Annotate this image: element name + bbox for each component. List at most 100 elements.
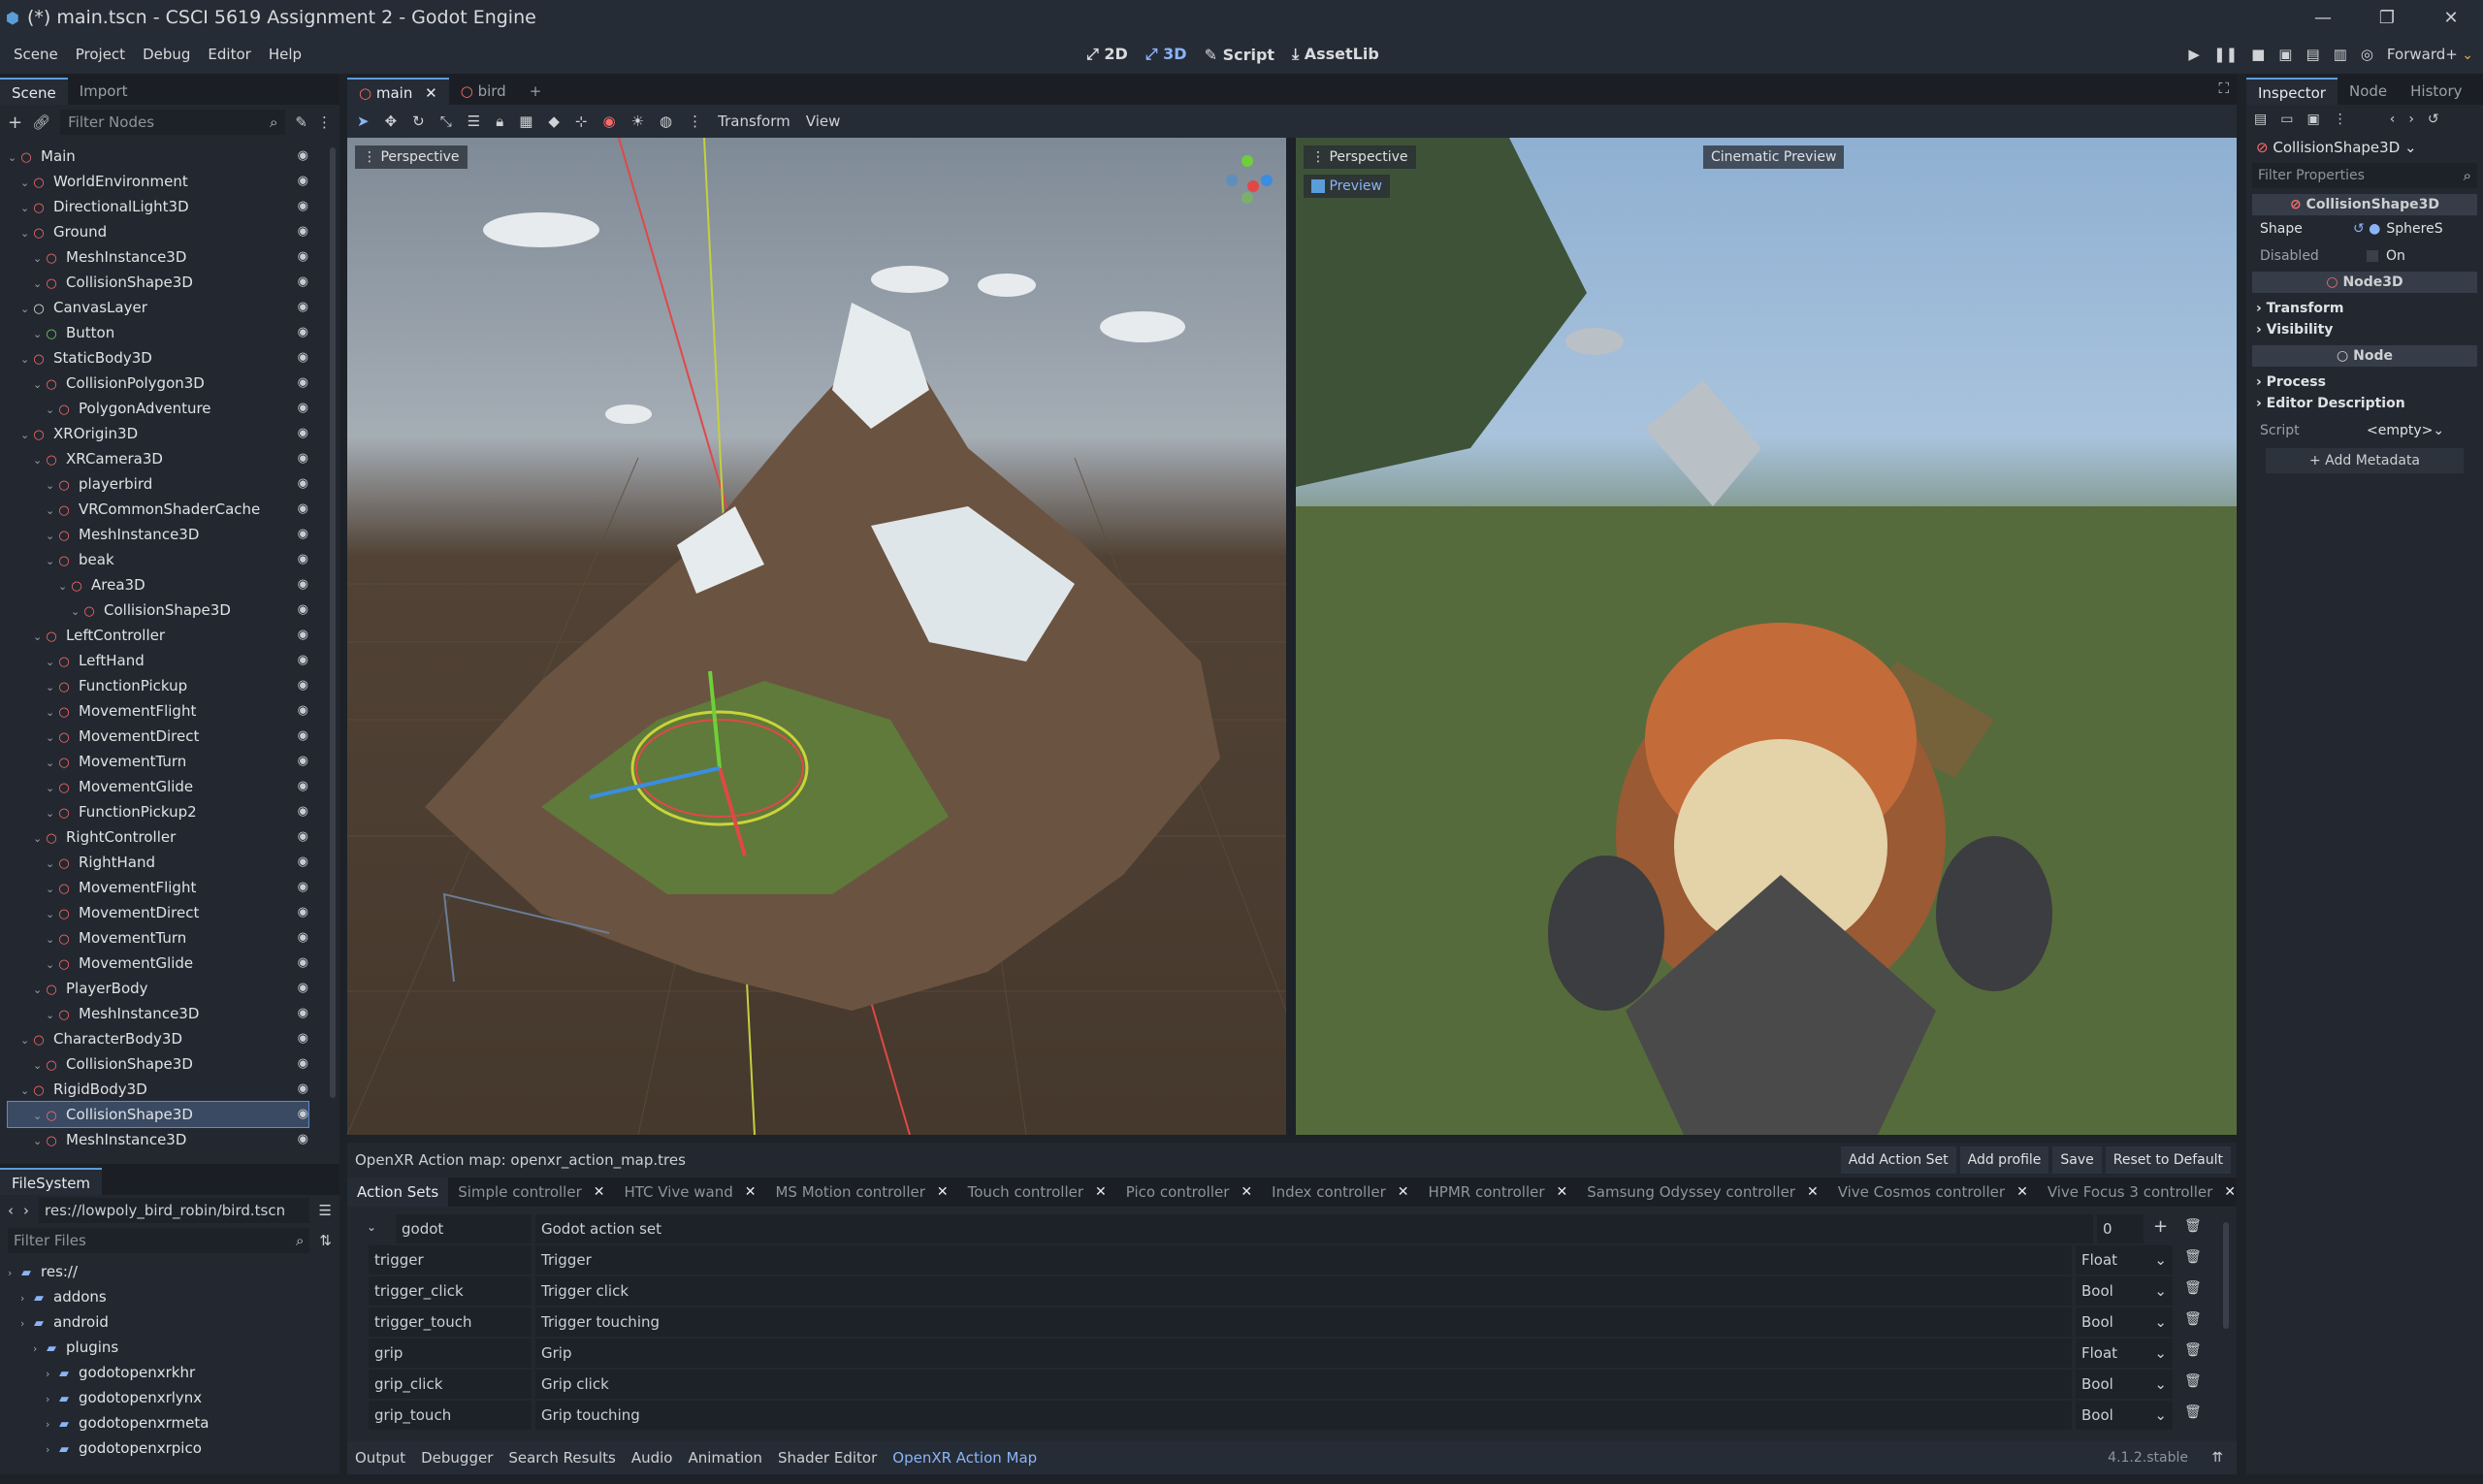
- scene-tree-node[interactable]: ⌄ ○ MeshInstance3D ◉: [8, 244, 308, 270]
- expand-caret-icon[interactable]: ›: [20, 1311, 32, 1337]
- maximize-button[interactable]: ❐: [2355, 0, 2419, 35]
- bottom-tab[interactable]: Search Results: [508, 1449, 615, 1467]
- mode-assetlib-button[interactable]: ⤓ AssetLib: [1292, 45, 1379, 64]
- scene-tree-node[interactable]: ⌄ ○ PolygonAdventure ◉: [8, 396, 308, 421]
- tab-import[interactable]: Import: [68, 78, 140, 105]
- file-tree-item[interactable]: › ▰ godotopenxrkhr: [8, 1360, 195, 1385]
- reset-to-default-button[interactable]: Reset to Default: [2105, 1146, 2231, 1174]
- expand-caret-icon[interactable]: ›: [33, 1337, 45, 1362]
- visibility-eye-icon[interactable]: ◉: [298, 1077, 308, 1102]
- scene-tree-node[interactable]: ⌄ ○ CanvasLayer ◉: [8, 295, 308, 320]
- expand-caret-icon[interactable]: ⌄: [46, 650, 57, 675]
- visibility-eye-icon[interactable]: ◉: [298, 547, 308, 572]
- delete-icon[interactable]: 🗑︎: [2184, 1373, 2202, 1389]
- expand-caret-icon[interactable]: ⌄: [46, 549, 57, 574]
- mode-script-button[interactable]: ✎ Script: [1205, 46, 1274, 64]
- expand-caret-icon[interactable]: ⌄: [46, 499, 57, 524]
- visibility-eye-icon[interactable]: ◉: [298, 900, 308, 925]
- back-icon[interactable]: ‹: [8, 1202, 14, 1219]
- add-profile-button[interactable]: Add profile: [1959, 1146, 2049, 1174]
- visibility-eye-icon[interactable]: ◉: [298, 850, 308, 875]
- visibility-eye-icon[interactable]: ◉: [298, 673, 308, 698]
- group-icon[interactable]: ▦: [519, 113, 532, 130]
- toggle-split-icon[interactable]: ☰: [319, 1202, 332, 1219]
- action-type-select[interactable]: Bool ⌄: [2076, 1401, 2173, 1430]
- tab-scene[interactable]: Scene: [0, 78, 68, 105]
- action-desc-field[interactable]: Grip touching: [535, 1401, 2072, 1430]
- action-type-select[interactable]: Float ⌄: [2076, 1339, 2173, 1368]
- scene-tree-node[interactable]: ⌄ ○ playerbird ◉: [8, 471, 308, 497]
- scene-tab-main[interactable]: ○ main ✕: [347, 78, 449, 105]
- action-desc-field[interactable]: Trigger touching: [535, 1307, 2072, 1337]
- bottom-tab[interactable]: OpenXR Action Map: [892, 1449, 1037, 1467]
- visibility-eye-icon[interactable]: ◉: [298, 597, 308, 623]
- openxr-tab[interactable]: Touch controller ✕: [958, 1178, 1116, 1207]
- file-tree-item[interactable]: › ▰ godotopenxrpico: [8, 1436, 202, 1461]
- action-name-field[interactable]: trigger: [369, 1245, 532, 1274]
- expand-caret-icon[interactable]: ⌄: [46, 776, 57, 801]
- scene-tree-scrollbar[interactable]: [330, 147, 336, 1098]
- openxr-tab[interactable]: Vive Focus 3 controller ✕: [2038, 1178, 2237, 1207]
- movie-maker-icon[interactable]: ◎: [2361, 46, 2373, 63]
- action-name-field[interactable]: grip_touch: [369, 1401, 532, 1430]
- file-tree-item[interactable]: › ▰ android: [8, 1309, 109, 1335]
- expand-caret-icon[interactable]: ⌄: [46, 927, 57, 952]
- bottom-tab[interactable]: Debugger: [421, 1449, 493, 1467]
- visibility-eye-icon[interactable]: ◉: [298, 522, 308, 547]
- expand-caret-icon[interactable]: ⌄: [46, 952, 57, 978]
- visibility-eye-icon[interactable]: ◉: [298, 749, 308, 774]
- close-tab-icon[interactable]: ✕: [1095, 1184, 1107, 1200]
- transform-menu[interactable]: Transform: [718, 113, 790, 130]
- scene-tree-node[interactable]: ⌄ ○ VRCommonShaderCache ◉: [8, 497, 308, 522]
- visibility-eye-icon[interactable]: ◉: [298, 295, 308, 320]
- list-select-icon[interactable]: ☰: [468, 113, 480, 130]
- expand-caret-icon[interactable]: ⌄: [46, 524, 57, 549]
- add-node-icon[interactable]: +: [8, 113, 22, 133]
- scene-tree-node[interactable]: ⌄ ○ MovementGlide ◉: [8, 951, 308, 976]
- minimize-button[interactable]: —: [2291, 0, 2355, 35]
- expand-caret-icon[interactable]: ⌄: [33, 246, 45, 272]
- scene-tree-node[interactable]: ⌄ ○ MovementTurn ◉: [8, 925, 308, 951]
- openxr-tab[interactable]: Simple controller ✕: [448, 1178, 614, 1207]
- expand-caret-icon[interactable]: ⌄: [58, 574, 70, 599]
- pause-icon[interactable]: ❚❚: [2213, 46, 2238, 63]
- menu-debug[interactable]: Debug: [143, 46, 190, 63]
- shape-property[interactable]: Shape ↺ ● SphereS: [2246, 215, 2483, 242]
- openxr-tab[interactable]: Samsung Odyssey controller ✕: [1577, 1178, 1827, 1207]
- viewport-left[interactable]: ⋮ Perspective: [347, 138, 1286, 1135]
- visibility-eye-icon[interactable]: ◉: [298, 724, 308, 749]
- perspective-menu-right[interactable]: ⋮ Perspective: [1304, 145, 1416, 169]
- file-tree-item[interactable]: › ▰ godotopenxrmeta: [8, 1410, 209, 1436]
- scene-tree-node[interactable]: ⌄ ○ MovementDirect ◉: [8, 724, 308, 749]
- visibility-eye-icon[interactable]: ◉: [298, 1051, 308, 1077]
- delete-icon[interactable]: 🗑︎: [2184, 1218, 2202, 1234]
- axis-gizmo[interactable]: [1218, 151, 1276, 210]
- scene-tree-node[interactable]: ⌄ ○ CollisionShape3D ◉: [8, 270, 308, 295]
- distraction-free-icon[interactable]: ⛶: [2218, 80, 2229, 97]
- expand-caret-icon[interactable]: ›: [46, 1437, 57, 1463]
- visibility-eye-icon[interactable]: ◉: [298, 270, 308, 295]
- openxr-tab[interactable]: Action Sets: [347, 1178, 449, 1207]
- move-tool-icon[interactable]: ✥: [385, 113, 398, 130]
- delete-icon[interactable]: 🗑︎: [2184, 1311, 2202, 1327]
- visibility-eye-icon[interactable]: ◉: [298, 1001, 308, 1026]
- visibility-eye-icon[interactable]: ◉: [298, 623, 308, 648]
- action-type-select[interactable]: Bool ⌄: [2076, 1276, 2173, 1306]
- object-selector[interactable]: ⊘ CollisionShape3D ⌄: [2246, 134, 2483, 161]
- openxr-tab[interactable]: Pico controller ✕: [1116, 1178, 1262, 1207]
- action-set-name-field[interactable]: godot: [396, 1214, 532, 1243]
- menu-editor[interactable]: Editor: [208, 46, 250, 63]
- scene-tree-node[interactable]: ⌄ ○ RightHand ◉: [8, 850, 308, 875]
- environment-icon[interactable]: ◍: [660, 113, 672, 130]
- visibility-eye-icon[interactable]: ◉: [298, 824, 308, 850]
- close-tab-icon[interactable]: ✕: [2224, 1184, 2236, 1200]
- visibility-eye-icon[interactable]: ◉: [298, 951, 308, 976]
- scene-tab-bird[interactable]: ○ bird: [449, 78, 518, 105]
- visibility-eye-icon[interactable]: ◉: [298, 144, 308, 169]
- scene-tree-node[interactable]: ⌄ ○ XRCamera3D ◉: [8, 446, 308, 471]
- add-metadata-button[interactable]: + Add Metadata: [2266, 448, 2464, 473]
- action-name-field[interactable]: grip_click: [369, 1370, 532, 1399]
- expand-caret-icon[interactable]: ⌄: [20, 196, 32, 221]
- expand-caret-icon[interactable]: ⌄: [33, 372, 45, 398]
- expand-caret-icon[interactable]: ⌄: [46, 473, 57, 499]
